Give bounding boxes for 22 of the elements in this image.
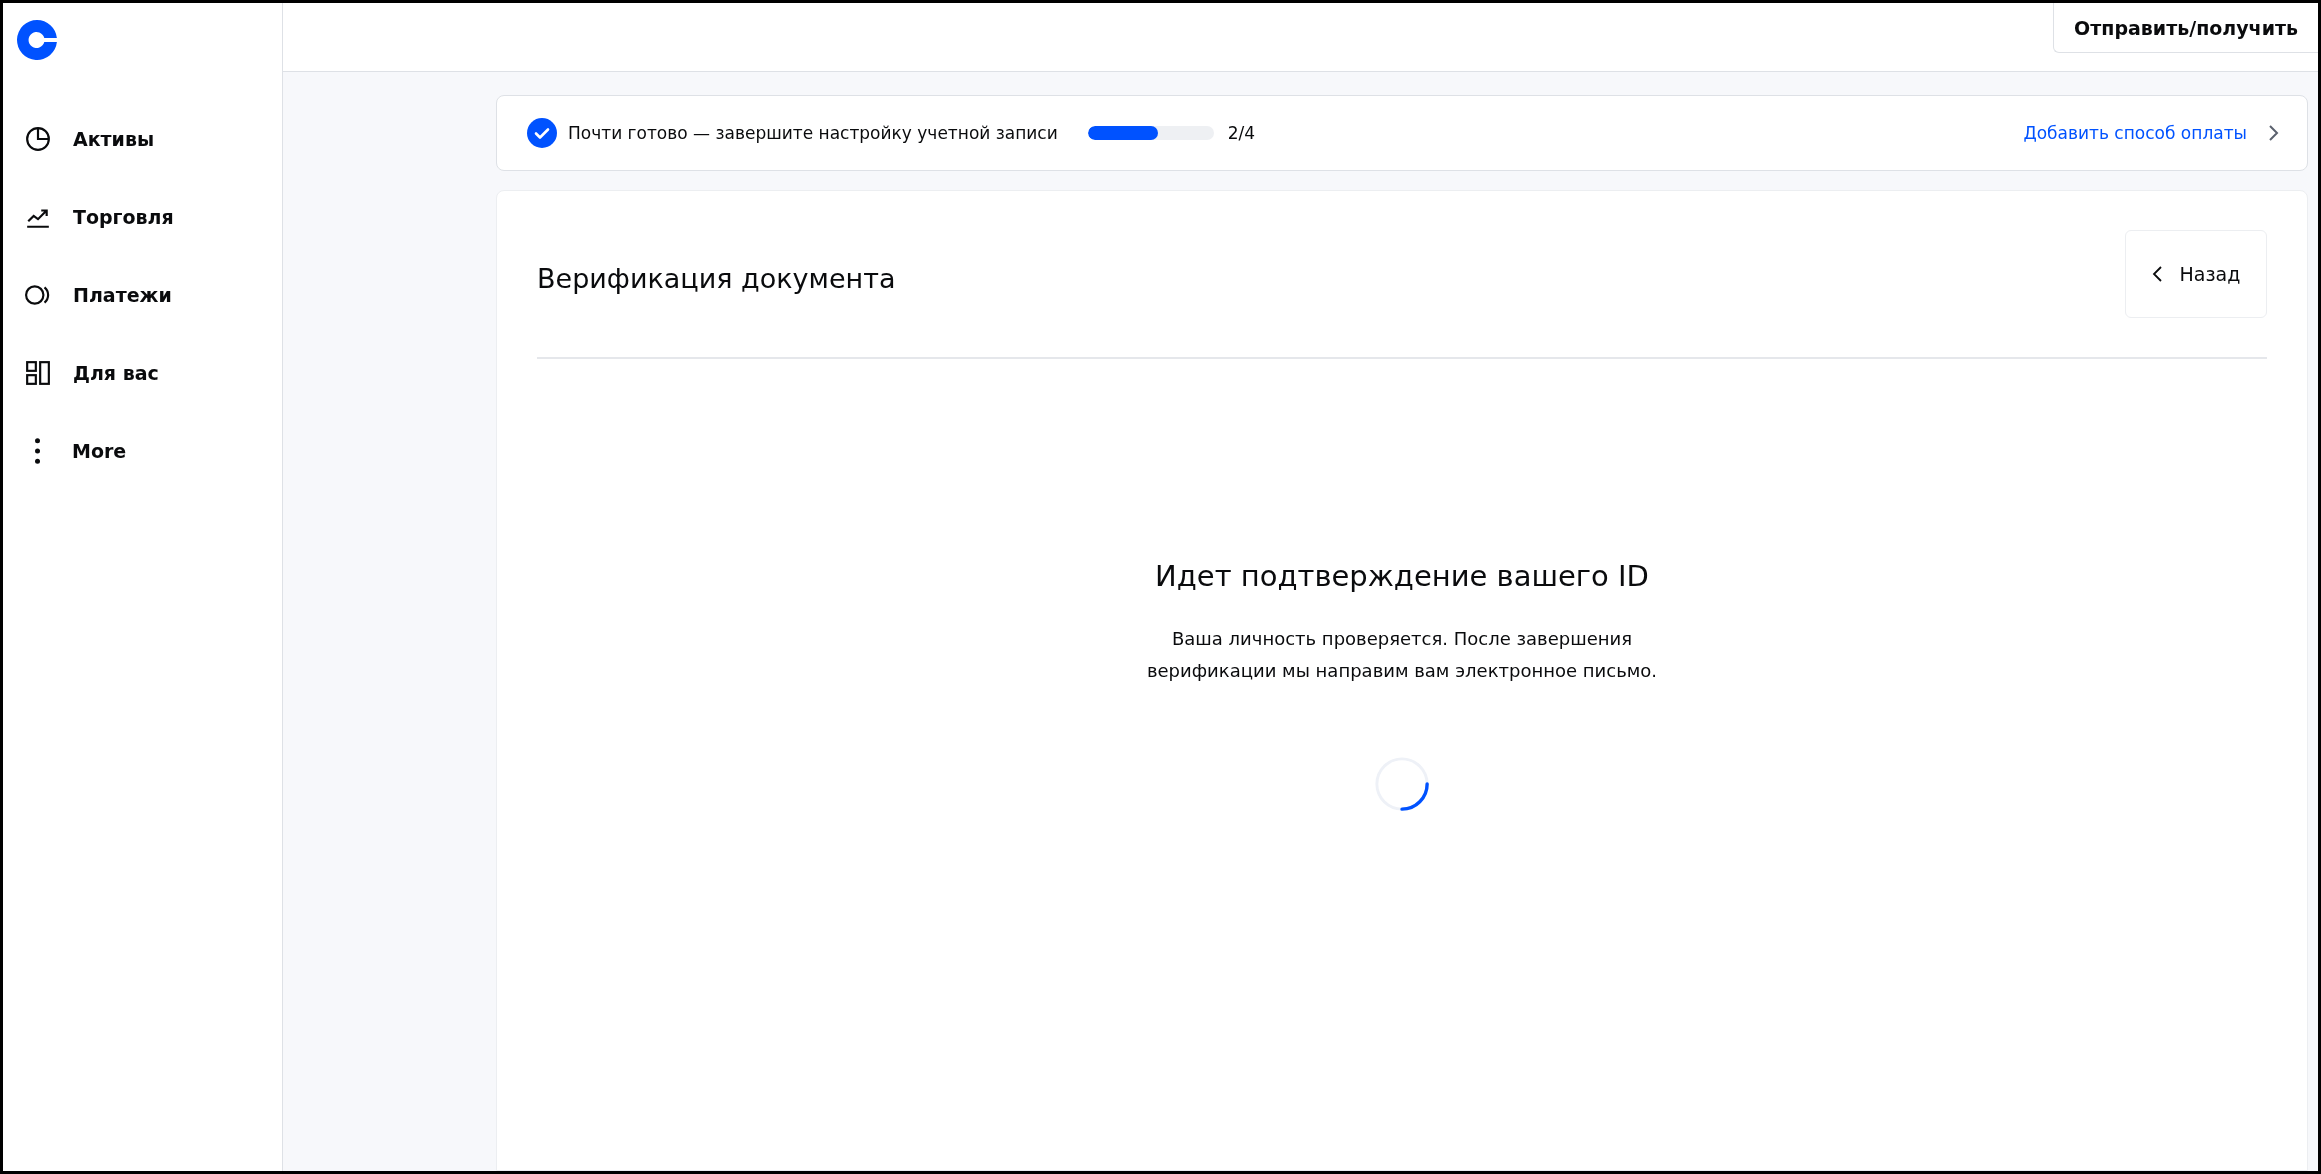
status-message: Ваша личность проверяется. После завершения верификации мы направим вам электронное письмо.	[1145, 627, 1659, 683]
pie-chart-icon	[25, 126, 51, 152]
send-receive-button[interactable]: Отправить/получить	[2053, 3, 2318, 53]
back-button[interactable]: Назад	[2125, 230, 2267, 318]
sidebar-item[interactable]: Активы	[17, 121, 155, 157]
banner-text: Почти готово — завершите настройку учетной записи	[568, 123, 1058, 143]
card-title: Верификация документа	[537, 262, 896, 294]
chevron-right-icon[interactable]	[2267, 123, 2279, 143]
status-heading: Идет подтверждение вашего ID	[1155, 559, 1649, 593]
sidebar-item[interactable]: Платежи	[17, 277, 172, 313]
progress-count: 2/4	[1227, 123, 1256, 143]
logo-icon[interactable]	[17, 20, 57, 60]
loading-spinner	[1373, 755, 1431, 813]
payments-icon	[25, 282, 51, 308]
sidebar-item[interactable]: Торговля	[17, 199, 174, 235]
sidebar-item[interactable]: More	[17, 433, 127, 469]
chevron-left-icon	[2151, 264, 2164, 284]
check-icon	[527, 118, 557, 148]
grid-icon	[25, 360, 51, 386]
add-payment-link[interactable]: Добавить способ оплаты	[2023, 123, 2247, 143]
more-icon	[35, 438, 40, 464]
sidebar-item[interactable]: Для вас	[17, 355, 159, 391]
